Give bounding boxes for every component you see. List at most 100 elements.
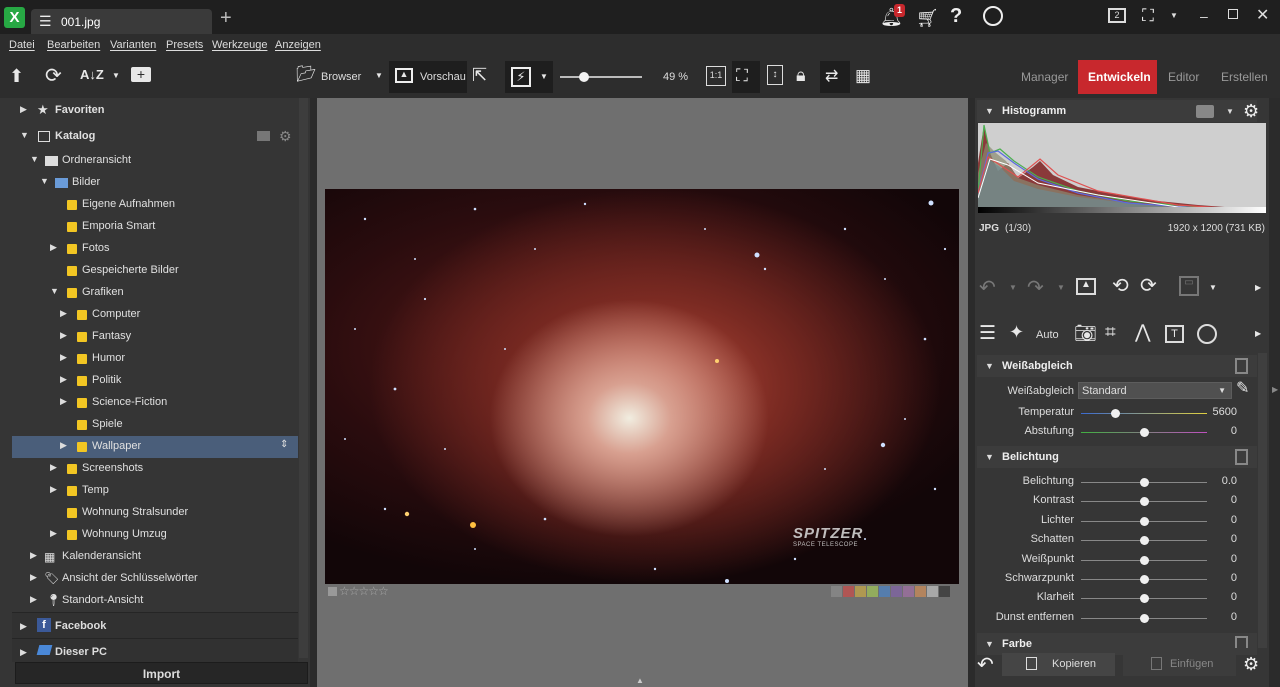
copy-settings-icon[interactable] — [1235, 358, 1248, 374]
sort-updown-icon[interactable]: ⇕ — [280, 439, 288, 450]
browser-dropdown-icon[interactable]: ▼ — [375, 72, 383, 80]
tree-schluesselwoerter[interactable]: ▶ 🏷︎ Ansicht der Schlüsselwörter — [12, 568, 298, 590]
tree-folder-item[interactable]: Emporia Smart — [12, 216, 298, 238]
color-label-swatch[interactable] — [915, 586, 926, 597]
color-label-swatch[interactable] — [867, 586, 878, 597]
reset-icon[interactable]: ↶ — [977, 652, 994, 677]
slider-knob[interactable] — [1140, 575, 1149, 584]
facebook-section[interactable]: ▶ f Facebook — [12, 612, 298, 638]
grid-view-icon[interactable]: ▦ — [855, 67, 871, 84]
expand-arrow-icon[interactable]: ▶ — [60, 330, 67, 341]
zoom-slider[interactable] — [560, 76, 642, 78]
auto-label[interactable]: Auto — [1036, 329, 1059, 341]
help-icon[interactable]: ? — [950, 5, 962, 28]
slider-value[interactable]: 0 — [1205, 514, 1237, 526]
expand-arrow-icon[interactable]: ▶ — [60, 374, 67, 385]
tree-folder-item[interactable]: ▶ Humor — [12, 348, 298, 370]
mode-tab-editor[interactable]: Editor — [1168, 70, 1199, 84]
cart-icon[interactable]: 🛒︎ — [916, 8, 939, 29]
save-icon[interactable]: ▭ — [1179, 276, 1199, 296]
slider-knob[interactable] — [1140, 478, 1149, 487]
add-tab-icon[interactable]: + — [220, 7, 232, 30]
menu-datei[interactable]: Datei — [9, 39, 35, 51]
text-frame-icon[interactable]: T — [1165, 325, 1184, 343]
collapse-arrow-icon[interactable]: ▼ — [50, 286, 59, 296]
tree-folder-item[interactable]: ▶ Temp — [12, 480, 298, 502]
histogram-dropdown-icon[interactable]: ▼ — [1226, 107, 1234, 116]
image-viewer[interactable]: SPITZER SPACE TELESCOPE ☆☆☆☆☆ ▲ — [317, 98, 968, 687]
reject-flag-icon[interactable] — [328, 587, 337, 596]
fullscreen-icon[interactable]: ⛶ — [1142, 6, 1154, 26]
this-pc-section[interactable]: ▶ Dieser PC — [12, 638, 298, 662]
white-balance-header[interactable]: ▼ Weißabgleich — [977, 355, 1257, 377]
tree-katalog[interactable]: ▼ Katalog ⚙ — [12, 126, 298, 148]
color-label-swatch[interactable] — [903, 586, 914, 597]
slider-knob[interactable] — [1140, 536, 1149, 546]
undo-dropdown-icon[interactable]: ▼ — [1009, 284, 1017, 292]
fullscreen-dropdown-icon[interactable]: ▼ — [1170, 11, 1178, 20]
new-folder-icon[interactable]: + — [131, 67, 151, 82]
compare-button[interactable]: ⇄ — [820, 61, 850, 93]
color-label-swatch[interactable] — [831, 586, 842, 597]
collapse-arrow-icon[interactable]: ▼ — [985, 361, 994, 371]
rating-stars[interactable]: ☆☆☆☆☆ — [339, 584, 389, 598]
copy-settings-icon[interactable] — [1235, 449, 1248, 465]
redo-icon[interactable]: ↷ — [1027, 278, 1044, 298]
slider-value[interactable]: 0 — [1205, 591, 1237, 603]
adjustments-icon[interactable]: ☰ — [979, 324, 996, 343]
histogram-settings-icon[interactable]: ⚙ — [1243, 101, 1259, 122]
vignette-icon[interactable] — [1197, 324, 1217, 344]
more-adjustments-icon[interactable]: ▶ — [1255, 330, 1261, 338]
camera-icon[interactable]: 📷︎ — [1074, 324, 1097, 342]
tree-bilder[interactable]: ▼ Bilder — [12, 172, 298, 194]
slider-knob[interactable] — [1140, 555, 1149, 565]
tree-folder-item[interactable]: ▶ Science-Fiction — [12, 392, 298, 414]
tree-folder-item[interactable]: ▶ Screenshots — [12, 458, 298, 480]
menu-werkzeuge[interactable]: Werkzeuge — [212, 39, 267, 51]
slider-value[interactable]: 0 — [1205, 425, 1237, 437]
tree-folder-item[interactable]: ▼ Grafiken — [12, 282, 298, 304]
expand-arrow-icon[interactable]: ▶ — [20, 647, 27, 658]
expand-arrow-icon[interactable]: ▶ — [60, 308, 67, 319]
slider-value[interactable]: 0 — [1205, 611, 1237, 623]
zoom-slider-knob[interactable] — [579, 72, 589, 82]
color-header[interactable]: ▼ Farbe — [977, 633, 1257, 655]
expand-arrow-icon[interactable]: ▶ — [20, 104, 27, 115]
more-tools-icon[interactable]: ▶ — [1255, 284, 1261, 292]
color-label-swatch[interactable] — [879, 586, 890, 597]
color-label-swatch[interactable] — [855, 586, 866, 597]
fit-height-icon[interactable]: ↕ — [767, 65, 783, 85]
external-open-icon[interactable]: ⇱ — [472, 66, 487, 84]
sidebar-scrollbar[interactable] — [299, 98, 308, 658]
refresh-icon[interactable]: ⟳ — [45, 66, 62, 86]
menu-bearbeiten[interactable]: Bearbeiten — [47, 39, 100, 51]
menu-varianten[interactable]: Varianten — [110, 39, 156, 51]
monitor-icon[interactable]: 2 — [1108, 8, 1126, 23]
copy-button[interactable]: Kopieren — [1002, 653, 1115, 676]
slider-knob[interactable] — [1111, 409, 1121, 418]
slider-knob[interactable] — [1140, 613, 1149, 623]
tree-favoriten[interactable]: ▶ ★ Favoriten — [12, 100, 298, 122]
histogram-mode-icon[interactable] — [1196, 105, 1214, 118]
tree-folder-item[interactable]: ▶ Wohnung Umzug — [12, 524, 298, 546]
tree-folder-item[interactable]: ▶ Wallpaper ⇕ — [12, 436, 298, 458]
settings-gear-icon[interactable]: ⚙ — [279, 128, 292, 145]
panel-scrollbar[interactable] — [1258, 353, 1267, 648]
menu-anzeigen[interactable]: Anzeigen — [275, 39, 321, 51]
slider-value[interactable]: 0 — [1205, 572, 1237, 584]
slider-knob[interactable] — [1140, 516, 1149, 526]
import-button[interactable]: Import — [15, 662, 308, 684]
exposure-header[interactable]: ▼ Belichtung — [977, 446, 1257, 468]
color-label-swatch[interactable] — [843, 586, 854, 597]
sort-icon[interactable]: A↓Z — [80, 68, 104, 81]
expand-arrow-icon[interactable]: ▶ — [50, 242, 57, 253]
expand-arrow-icon[interactable]: ▶ — [60, 396, 67, 407]
tree-folder-item[interactable]: Wohnung Stralsunder — [12, 502, 298, 524]
document-tab[interactable]: ☰ 001.jpg — [31, 9, 212, 34]
expand-arrow-icon[interactable]: ▶ — [50, 462, 57, 473]
expand-arrow-icon[interactable]: ▶ — [30, 550, 37, 561]
zoom-1to1-button[interactable]: 1:1 — [706, 66, 726, 86]
tree-folder-item[interactable]: ▶ Politik — [12, 370, 298, 392]
mode-tab-entwickeln[interactable]: Entwickeln — [1078, 60, 1157, 94]
expand-arrow-icon[interactable]: ▶ — [20, 621, 27, 632]
